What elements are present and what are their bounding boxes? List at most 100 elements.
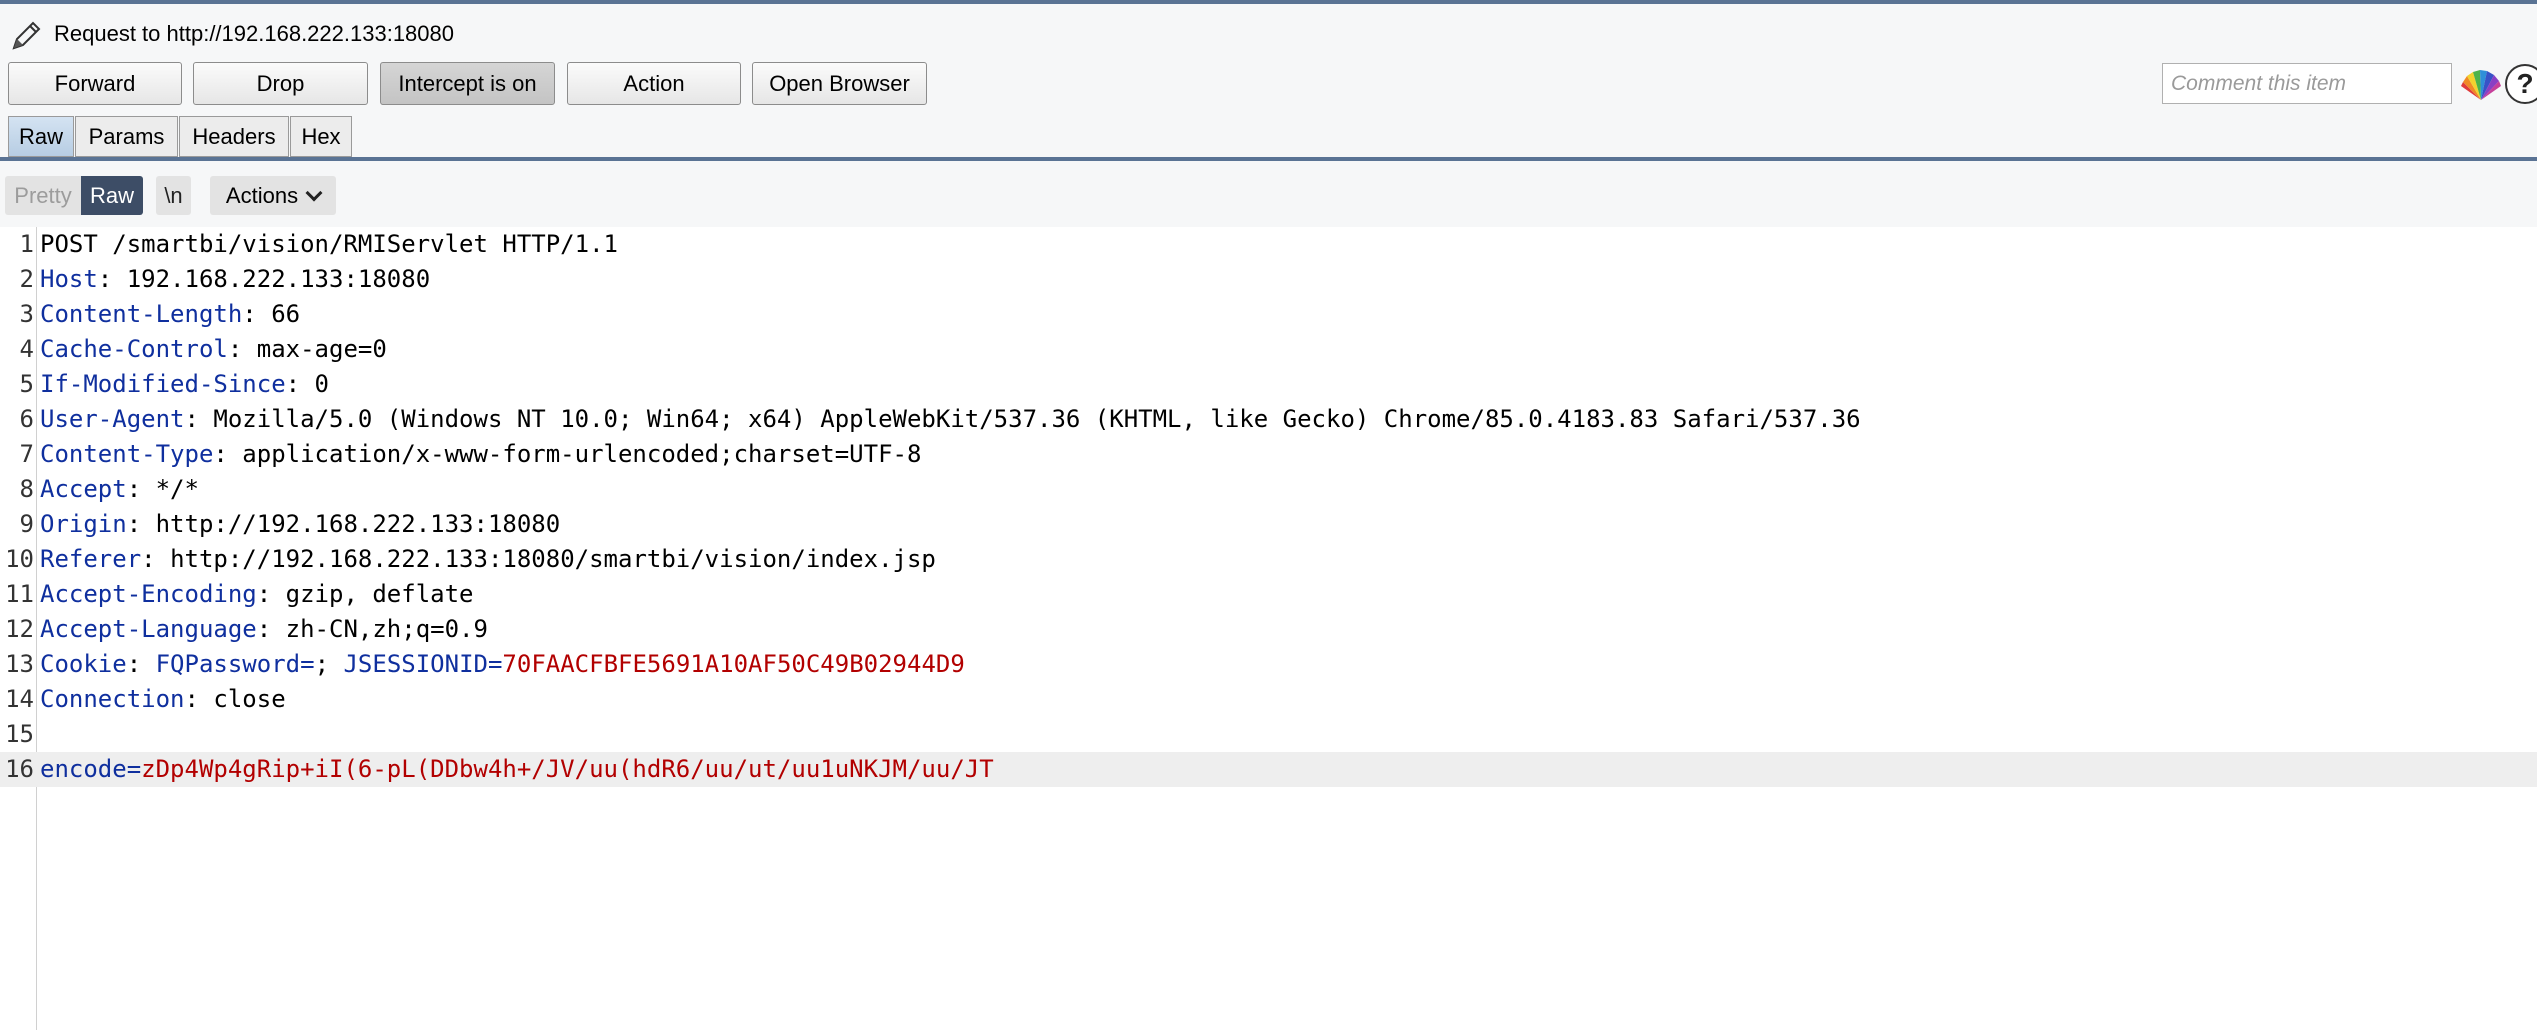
- pretty-toggle[interactable]: Pretty: [5, 176, 81, 215]
- header-name: User-Agent: [40, 405, 185, 433]
- code-line[interactable]: 6 User-Agent: Mozilla/5.0 (Windows NT 10.…: [0, 402, 2537, 437]
- code-line[interactable]: 15: [0, 717, 2537, 752]
- line-number: 1: [19, 230, 34, 258]
- intercept-toggle-button[interactable]: Intercept is on: [380, 62, 555, 105]
- line-content: Connection: close: [40, 682, 286, 717]
- cookie-name: FQPassword: [155, 650, 301, 678]
- actions-label: Actions: [225, 183, 299, 208]
- code-line[interactable]: 1 POST /smartbi/vision/RMIServlet HTTP/1.…: [0, 227, 2537, 262]
- code-line[interactable]: 8 Accept: */*: [0, 472, 2537, 507]
- code-line[interactable]: 10 Referer: http://192.168.222.133:18080/…: [0, 542, 2537, 577]
- line-content: Accept-Encoding: gzip, deflate: [40, 577, 474, 612]
- header-separator: :: [184, 405, 214, 433]
- line-content: Cache-Control: max-age=0: [40, 332, 387, 367]
- comment-input[interactable]: Comment this item: [2162, 63, 2452, 104]
- line-content: encode=zDp4Wp4gRip+iI(6-pL(DDbw4h+/JV/uu…: [40, 752, 994, 787]
- code-line[interactable]: 4 Cache-Control: max-age=0: [0, 332, 2537, 367]
- request-editor[interactable]: 1 POST /smartbi/vision/RMIServlet HTTP/1.…: [0, 227, 2537, 1030]
- line-content: Accept: */*: [40, 472, 199, 507]
- line-number: 3: [19, 300, 34, 328]
- actions-dropdown[interactable]: Actions: [210, 176, 336, 215]
- line-content: Referer: http://192.168.222.133:18080/sm…: [40, 542, 936, 577]
- header-name: Accept-Encoding: [40, 580, 257, 608]
- header-value: zh-CN,zh;q=0.9: [285, 615, 488, 643]
- line-number: 10: [5, 545, 34, 573]
- body-param-value: zDp4Wp4gRip+iI(6-pL(DDbw4h+/JV/uu(hdR6/u…: [141, 755, 994, 783]
- line-content: Cookie: FQPassword=; JSESSIONID=70FAACFB…: [40, 647, 965, 682]
- color-fan-icon[interactable]: [2460, 66, 2502, 102]
- header-name: Cache-Control: [40, 335, 228, 363]
- code-line[interactable]: 11 Accept-Encoding: gzip, deflate: [0, 577, 2537, 612]
- forward-button[interactable]: Forward: [8, 62, 182, 105]
- header-name: If-Modified-Since: [40, 370, 286, 398]
- tab-raw[interactable]: Raw: [8, 116, 74, 157]
- header-value: http://192.168.222.133:18080: [155, 510, 561, 538]
- chevron-down-icon: [305, 184, 323, 202]
- header-separator: :: [141, 545, 171, 573]
- line-content: POST /smartbi/vision/RMIServlet HTTP/1.1: [40, 227, 618, 262]
- header-value: max-age=0: [256, 335, 387, 363]
- intercept-toolbar: Forward Drop Intercept is on Action Open…: [0, 58, 2537, 111]
- header-name: Connection: [40, 685, 185, 713]
- header-value: gzip, deflate: [285, 580, 474, 608]
- line-number: 15: [5, 720, 34, 748]
- header-separator: :: [213, 440, 243, 468]
- body-param-name: encode: [40, 755, 127, 783]
- line-content: Origin: http://192.168.222.133:18080: [40, 507, 560, 542]
- header-value: application/x-www-form-urlencoded;charse…: [242, 440, 922, 468]
- message-tabs: Raw Params Headers Hex: [0, 111, 2537, 159]
- tab-headers[interactable]: Headers: [179, 116, 289, 157]
- newline-toggle[interactable]: \n: [156, 176, 191, 215]
- code-line[interactable]: 5 If-Modified-Since: 0: [0, 367, 2537, 402]
- line-number: 16: [5, 755, 34, 783]
- header-name: Host: [40, 265, 98, 293]
- line-number: 14: [5, 685, 34, 713]
- line-content: If-Modified-Since: 0: [40, 367, 329, 402]
- header-value: */*: [155, 475, 199, 503]
- line-number: 2: [19, 265, 34, 293]
- header-value: close: [213, 685, 286, 713]
- header-separator: :: [97, 265, 127, 293]
- open-browser-button[interactable]: Open Browser: [752, 62, 927, 105]
- header-name: Referer: [40, 545, 142, 573]
- drop-button[interactable]: Drop: [193, 62, 368, 105]
- header-value: 0: [314, 370, 329, 398]
- header-name: Content-Length: [40, 300, 243, 328]
- cookie-separator: ;: [314, 650, 344, 678]
- body-param-equals: =: [126, 755, 142, 783]
- tab-params[interactable]: Params: [75, 116, 178, 157]
- line-content: Content-Length: 66: [40, 297, 300, 332]
- tab-hex[interactable]: Hex: [290, 116, 352, 157]
- code-line[interactable]: 12 Accept-Language: zh-CN,zh;q=0.9: [0, 612, 2537, 647]
- code-line[interactable]: 9 Origin: http://192.168.222.133:18080: [0, 507, 2537, 542]
- raw-toggle[interactable]: Raw: [81, 176, 143, 215]
- code-line[interactable]: 13 Cookie: FQPassword=; JSESSIONID=70FAAC…: [0, 647, 2537, 682]
- code-line[interactable]: 3 Content-Length: 66: [0, 297, 2537, 332]
- header-separator: :: [126, 650, 156, 678]
- line-number: 7: [19, 440, 34, 468]
- line-content: Host: 192.168.222.133:18080: [40, 262, 430, 297]
- header-separator: :: [227, 335, 257, 363]
- code-line[interactable]: 7 Content-Type: application/x-www-form-ur…: [0, 437, 2537, 472]
- action-button[interactable]: Action: [567, 62, 741, 105]
- cookie-equals: =: [487, 650, 503, 678]
- code-line[interactable]: 16 encode=zDp4Wp4gRip+iI(6-pL(DDbw4h+/JV/…: [0, 752, 2537, 787]
- header-separator: :: [242, 300, 272, 328]
- pencil-icon[interactable]: [8, 18, 44, 54]
- code-line[interactable]: 14 Connection: close: [0, 682, 2537, 717]
- line-content: User-Agent: Mozilla/5.0 (Windows NT 10.0…: [40, 402, 1861, 437]
- header-name: Content-Type: [40, 440, 214, 468]
- code-line[interactable]: 2 Host: 192.168.222.133:18080: [0, 262, 2537, 297]
- cookie-value: 70FAACFBFE5691A10AF50C49B02944D9: [502, 650, 965, 678]
- editor-toolbar: Pretty Raw \n Actions: [0, 161, 2537, 227]
- header-name: Cookie: [40, 650, 127, 678]
- line-number: 6: [19, 405, 34, 433]
- header-value: 66: [271, 300, 301, 328]
- header-value: http://192.168.222.133:18080/smartbi/vis…: [170, 545, 936, 573]
- line-number: 5: [19, 370, 34, 398]
- request-title: Request to http://192.168.222.133:18080: [54, 21, 454, 46]
- header-separator: :: [126, 510, 156, 538]
- cookie-name: JSESSIONID: [343, 650, 488, 678]
- line-number: 11: [5, 580, 34, 608]
- help-icon[interactable]: ?: [2505, 64, 2537, 104]
